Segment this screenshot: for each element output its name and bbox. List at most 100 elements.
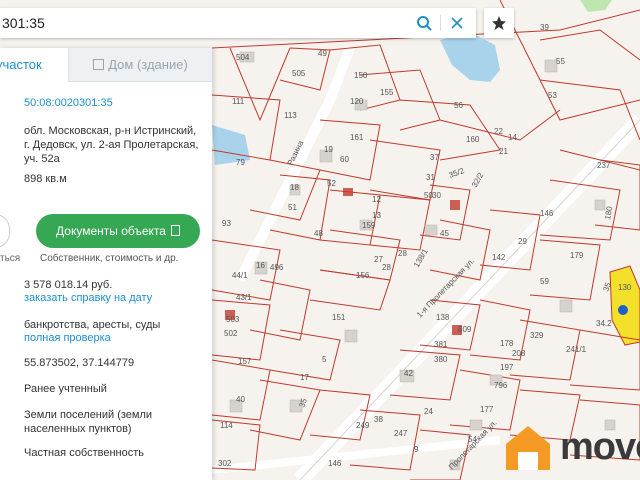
- map-label: 14: [508, 133, 517, 142]
- map-label: 5: [322, 355, 327, 364]
- map-label: 22: [494, 127, 503, 136]
- map-label: 45: [440, 229, 449, 238]
- map-label: 60: [340, 155, 349, 164]
- map-label: 146: [540, 209, 554, 218]
- search-icon[interactable]: [416, 15, 432, 31]
- map-label: 146: [328, 459, 342, 468]
- map-label: 155: [380, 88, 394, 97]
- map-label: 130: [618, 283, 632, 292]
- status: Ранее учтенный: [24, 383, 107, 395]
- map-label: 44/1: [232, 271, 248, 280]
- tab-bar: участок Дом (здание): [0, 48, 212, 82]
- map-label: 114: [220, 421, 233, 430]
- documents-caption: Собственник, стоимость и др.: [40, 253, 179, 264]
- map-label: 59: [540, 277, 549, 286]
- map-label: 157: [238, 357, 252, 366]
- document-icon: [170, 225, 180, 236]
- map-label: 37: [430, 153, 439, 162]
- tab-building[interactable]: Дом (здание): [68, 48, 212, 82]
- map-label: 39: [540, 23, 549, 32]
- map-label: 51: [288, 203, 297, 212]
- map-label: 16: [256, 261, 265, 270]
- map-label: 247: [394, 429, 408, 438]
- map-label: 159: [362, 221, 376, 230]
- building-icon: [93, 59, 105, 70]
- map-label: 796: [494, 381, 508, 390]
- map-label: 381: [434, 340, 448, 349]
- map-label: 177: [480, 405, 494, 414]
- map-label: 79: [236, 158, 245, 167]
- map-label: 38: [374, 415, 383, 424]
- map-label: 208: [512, 349, 526, 358]
- selected-parcel[interactable]: [450, 200, 460, 210]
- map-label: 56: [454, 101, 463, 110]
- map-label: 93: [222, 219, 231, 228]
- map-label: 17: [300, 373, 309, 382]
- map-label: 120: [350, 97, 364, 106]
- close-icon[interactable]: [451, 17, 463, 29]
- cadastral-number[interactable]: 50:08:0020301:35: [24, 96, 113, 110]
- map-label: 21: [499, 147, 508, 156]
- search-bar[interactable]: 301:35: [0, 8, 476, 38]
- map-label: 48: [314, 229, 323, 238]
- secondary-caption: ться: [0, 253, 21, 264]
- coordinates: 55.873502, 37.144779: [24, 357, 135, 369]
- map-label: 302: [218, 459, 232, 468]
- map-label: 502: [224, 329, 238, 338]
- map-label: 160: [466, 135, 480, 144]
- land-category: Земли поселений (земли населенных пункто…: [24, 409, 153, 435]
- map-label: 18: [290, 183, 299, 192]
- map-label: 49: [318, 49, 327, 58]
- divider: [440, 15, 441, 31]
- secondary-button[interactable]: [0, 214, 10, 248]
- map-label: 40: [236, 395, 245, 404]
- map-label: 43/1: [236, 293, 252, 302]
- tab-parcel-label: участок: [0, 57, 42, 72]
- address: обл. Московская, р-н Истринский, г. Дедо…: [24, 125, 199, 165]
- map-label: 178: [500, 339, 514, 348]
- map-label: 142: [492, 253, 506, 262]
- map-label: 151: [332, 313, 346, 322]
- selected-parcel[interactable]: [343, 188, 353, 196]
- order-certificate-link[interactable]: заказать справку на дату: [24, 291, 152, 305]
- map-label: 29: [518, 237, 527, 246]
- map-label: 241/1: [566, 345, 587, 354]
- cadastral-value: 3 578 018.14 руб.: [24, 279, 113, 291]
- info-panel: участок Дом (здание) 50:08:0020301:35 об…: [0, 48, 212, 480]
- map-label: 34.2: [596, 319, 612, 328]
- map-label: 30: [432, 191, 441, 200]
- map-label: 52: [327, 179, 336, 188]
- tab-parcel[interactable]: участок: [0, 48, 68, 82]
- map-label: 156: [356, 271, 370, 280]
- map-label: 237: [597, 161, 611, 170]
- map-label: 42: [404, 369, 413, 378]
- logo-house-icon: [506, 426, 550, 470]
- map-label: 111: [232, 97, 245, 106]
- map-label: 12: [372, 195, 381, 204]
- map-label: 249: [356, 421, 370, 430]
- map-label: 19: [324, 145, 333, 154]
- map-label: 13: [372, 211, 381, 220]
- map-label: 28: [382, 263, 391, 272]
- map-label: 28: [398, 249, 407, 258]
- search-input[interactable]: 301:35: [2, 8, 45, 38]
- star-icon: [492, 16, 506, 30]
- map-label: 31: [426, 173, 435, 182]
- map-label: 197: [500, 363, 514, 372]
- map-label: 150: [354, 71, 368, 80]
- documents-button[interactable]: Документы объекта: [36, 214, 200, 248]
- full-check-link[interactable]: полная проверка: [24, 331, 111, 345]
- map-label: 161: [350, 133, 364, 142]
- favorite-button[interactable]: [484, 8, 514, 38]
- move-logo: move: [502, 422, 640, 474]
- check-description: банкротства, аресты, суды: [24, 319, 161, 331]
- map-label: 496: [270, 263, 284, 272]
- map-label: 503: [226, 315, 240, 324]
- map-label: 24: [424, 407, 433, 416]
- map-label: 505: [292, 69, 306, 78]
- map-label: 809: [458, 325, 472, 334]
- map-label: 504: [236, 53, 250, 62]
- area: 898 кв.м: [24, 173, 67, 185]
- map-label: 9: [414, 445, 419, 454]
- location-pin-icon[interactable]: [618, 305, 628, 315]
